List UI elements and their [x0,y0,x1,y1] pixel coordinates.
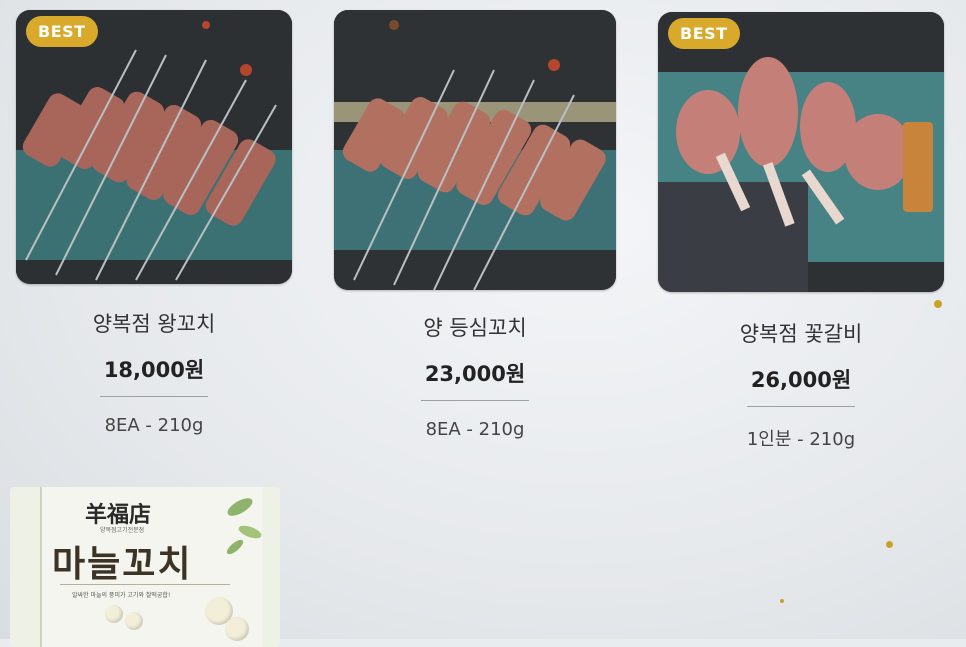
product-price: 26,000원 [750,368,852,392]
product-card-1[interactable]: BEST 양복점 왕꼬치 18,000원 8EA - 210g [16,10,292,436]
banner-title: 마늘꼬치 [52,544,193,585]
price-divider [421,400,529,401]
price-divider [747,406,855,407]
banner-tagline: 양복점고기전문점 [100,527,145,534]
price-divider [100,396,208,397]
product-photo[interactable] [334,10,616,290]
lamb-rack-image [658,12,944,292]
garlic-image [225,617,249,641]
menu-screen: BEST 양복점 왕꼬치 18,000원 8EA - 210g 양 등심꼬치 2… [0,0,966,647]
screen-speck [780,599,784,603]
product-name: 양 등심꼬치 [423,316,527,340]
best-badge: BEST [668,18,740,49]
lamb-skewers-image [16,10,292,284]
product-price: 18,000원 [103,358,205,382]
best-badge: BEST [26,16,98,47]
garlic-image [105,605,123,623]
garlic-skewer-banner[interactable]: 羊福店 양복점고기전문점 마늘꼬치 알싸한 마늘의 풍미가 고기와 찰떡궁합! [10,487,280,647]
product-card-3[interactable]: BEST 양복점 꽃갈비 26,000원 1인분 - 210g [658,12,944,451]
screen-speck [886,541,893,548]
product-meta: 1인분 - 210g [746,429,856,450]
product-name: 양복점 꽃갈비 [739,322,863,346]
banner-divider [60,584,230,585]
product-name: 양복점 왕꼬치 [92,312,216,336]
product-meta: 8EA - 210g [104,415,204,436]
garlic-image [125,612,143,630]
banner-subtitle: 알싸한 마늘의 풍미가 고기와 찰떡궁합! [72,592,171,599]
product-photo[interactable]: BEST [16,10,292,284]
product-price: 23,000원 [424,362,526,386]
lamb-loin-skewers-image [334,10,616,290]
product-photo[interactable]: BEST [658,12,944,292]
product-card-2[interactable]: 양 등심꼬치 23,000원 8EA - 210g [334,10,616,440]
screen-speck [934,300,942,308]
product-meta: 8EA - 210g [425,419,525,440]
